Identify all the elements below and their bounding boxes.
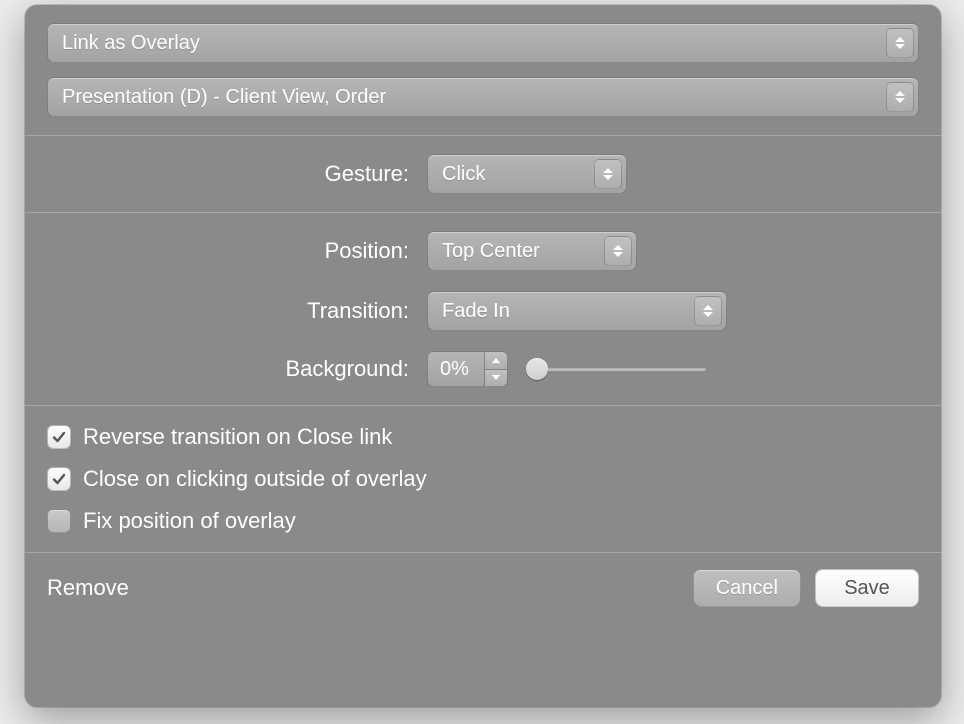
updown-icon <box>886 28 914 58</box>
check-icon <box>52 472 66 486</box>
checkbox-box <box>47 467 71 491</box>
updown-icon <box>694 296 722 326</box>
close-outside-checkbox[interactable]: Close on clicking outside of overlay <box>47 466 919 492</box>
reverse-transition-checkbox[interactable]: Reverse transition on Close link <box>47 424 919 450</box>
checkbox-box <box>47 509 71 533</box>
layout-section: Position: Top Center Transition: Fade In… <box>25 213 941 406</box>
position-value: Top Center <box>442 240 540 263</box>
cancel-button[interactable]: Cancel <box>693 569 801 607</box>
options-section: Reverse transition on Close link Close o… <box>25 406 941 553</box>
overlay-link-dialog: Link as Overlay Presentation (D) - Clien… <box>25 5 941 707</box>
close-outside-label: Close on clicking outside of overlay <box>83 466 427 492</box>
fix-position-label: Fix position of overlay <box>83 508 296 534</box>
position-label: Position: <box>47 238 427 264</box>
updown-icon <box>886 82 914 112</box>
stepper-buttons <box>484 352 507 386</box>
updown-icon <box>594 159 622 189</box>
transition-label: Transition: <box>47 298 427 324</box>
slider-thumb[interactable] <box>526 358 548 380</box>
save-button[interactable]: Save <box>815 569 919 607</box>
remove-button[interactable]: Remove <box>47 575 129 601</box>
link-mode-value: Link as Overlay <box>62 32 200 55</box>
step-up-button[interactable] <box>485 352 507 369</box>
gesture-section: Gesture: Click <box>25 136 941 213</box>
background-value: 0% <box>428 358 484 381</box>
slider-track <box>526 367 706 371</box>
transition-value: Fade In <box>442 300 510 323</box>
target-screen-select[interactable]: Presentation (D) - Client View, Order <box>47 77 919 117</box>
background-stepper[interactable]: 0% <box>427 351 508 387</box>
link-mode-select[interactable]: Link as Overlay <box>47 23 919 63</box>
dialog-footer: Remove Cancel Save <box>25 553 941 623</box>
target-section: Link as Overlay Presentation (D) - Clien… <box>25 5 941 136</box>
background-slider[interactable] <box>526 357 706 381</box>
gesture-label: Gesture: <box>47 161 427 187</box>
target-screen-value: Presentation (D) - Client View, Order <box>62 86 386 109</box>
transition-select[interactable]: Fade In <box>427 291 727 331</box>
reverse-transition-label: Reverse transition on Close link <box>83 424 392 450</box>
check-icon <box>52 430 66 444</box>
fix-position-checkbox[interactable]: Fix position of overlay <box>47 508 919 534</box>
gesture-select[interactable]: Click <box>427 154 627 194</box>
checkbox-box <box>47 425 71 449</box>
position-select[interactable]: Top Center <box>427 231 637 271</box>
updown-icon <box>604 236 632 266</box>
step-down-button[interactable] <box>485 369 507 387</box>
background-label: Background: <box>47 356 427 382</box>
gesture-value: Click <box>442 163 485 186</box>
